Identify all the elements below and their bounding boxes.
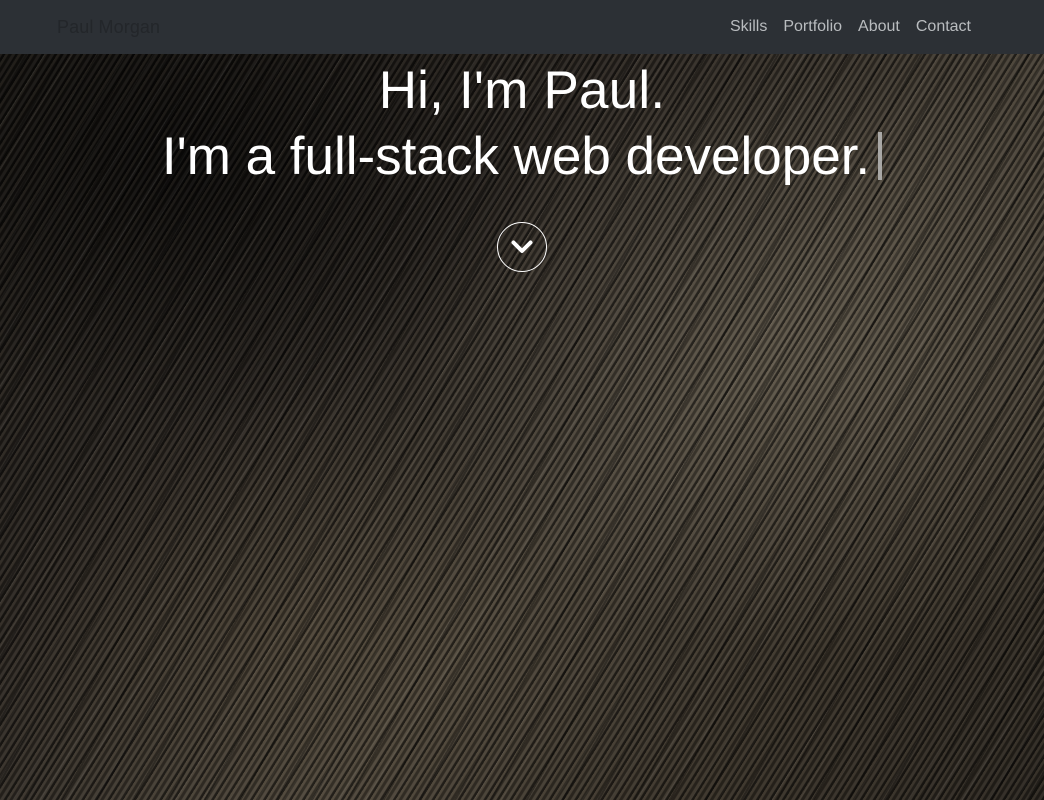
nav-link-skills[interactable]: Skills bbox=[722, 18, 775, 36]
hero-tagline: I'm a full-stack web developer. bbox=[161, 127, 871, 186]
chevron-down-icon bbox=[511, 240, 533, 253]
nav-links: Skills Portfolio About Contact bbox=[722, 18, 979, 36]
nav-link-portfolio[interactable]: Portfolio bbox=[775, 18, 850, 36]
nav-link-about[interactable]: About bbox=[850, 18, 908, 36]
hero-tagline-row: I'm a full-stack web developer. bbox=[0, 124, 1044, 190]
scroll-down-button[interactable] bbox=[497, 222, 547, 272]
typing-cursor bbox=[878, 132, 883, 180]
hero-content: Hi, I'm Paul. I'm a full-stack web devel… bbox=[0, 54, 1044, 190]
page: Paul Morgan Skills Portfolio About Conta… bbox=[0, 0, 1044, 800]
brand-link[interactable]: Paul Morgan bbox=[57, 17, 160, 38]
nav-link-contact[interactable]: Contact bbox=[908, 18, 979, 36]
navbar: Paul Morgan Skills Portfolio About Conta… bbox=[0, 0, 1044, 54]
hero-greeting: Hi, I'm Paul. bbox=[378, 61, 666, 120]
